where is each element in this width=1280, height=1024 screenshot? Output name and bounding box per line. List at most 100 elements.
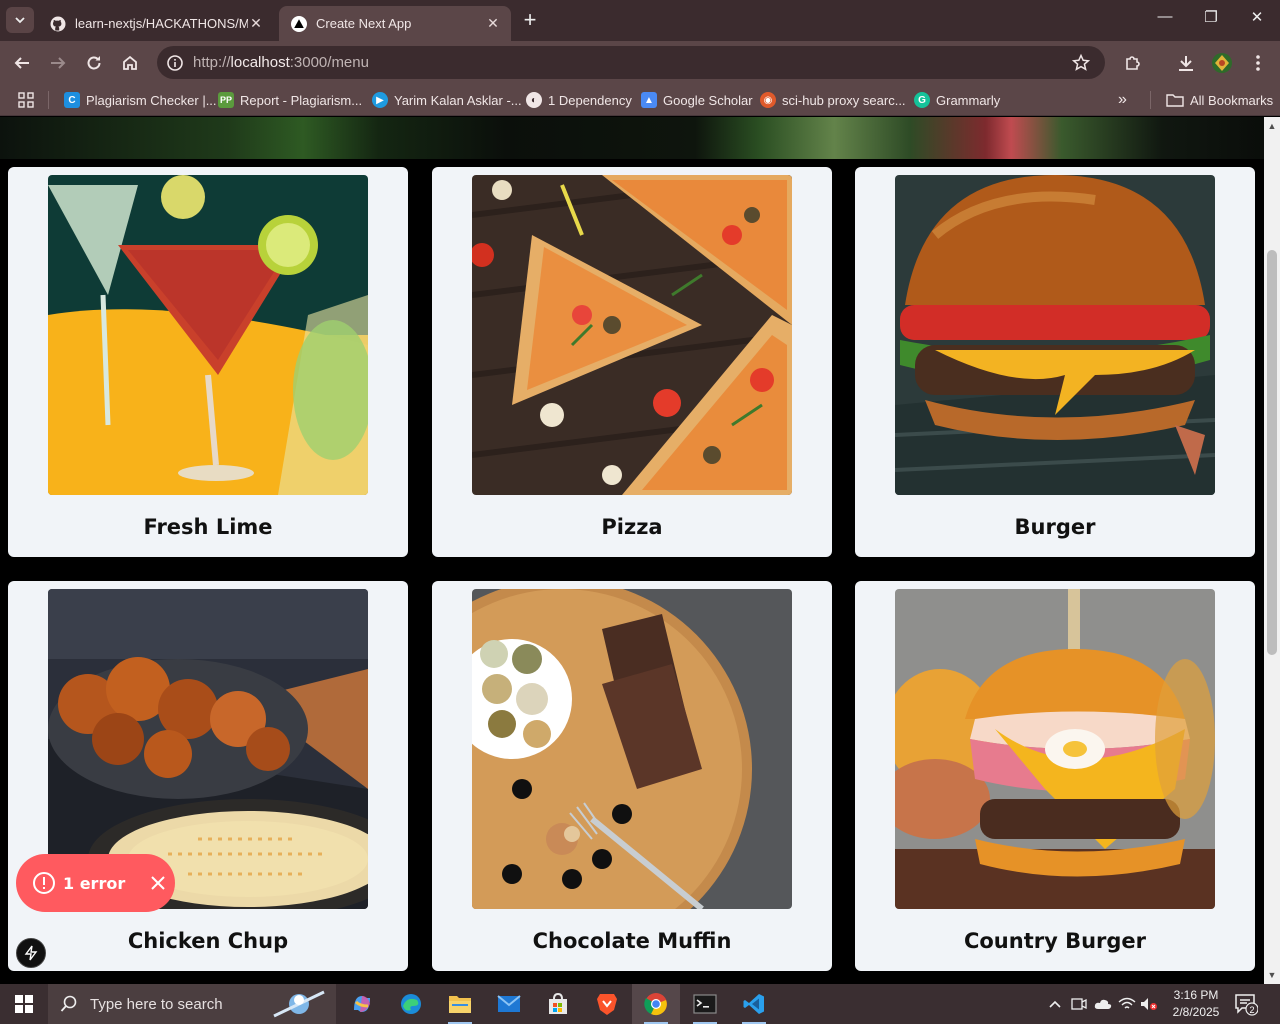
restore-button[interactable]: ❐	[1188, 8, 1234, 32]
show-hidden-icons[interactable]	[1046, 995, 1064, 1013]
taskbar-mail[interactable]	[485, 984, 533, 1024]
bookmark-label: Yarim Kalan Asklar -...	[394, 92, 522, 108]
scroll-thumb[interactable]	[1267, 250, 1277, 655]
fresh-lime-cocktails-image	[48, 175, 368, 495]
notification-center-button[interactable]: 2	[1234, 992, 1259, 1016]
folder-icon	[449, 996, 471, 1013]
bookmark-1-dependency[interactable]: ◐ 1 Dependency	[526, 90, 632, 110]
page-scrollbar[interactable]: ▲ ▼	[1264, 117, 1280, 984]
meet-now-icon[interactable]	[1070, 995, 1088, 1013]
menu-card[interactable]: Country Burger	[855, 581, 1255, 971]
menu-item-name: Fresh Lime	[143, 515, 273, 539]
burger-image	[895, 175, 1215, 495]
taskbar-clock[interactable]: 3:16 PM 2/8/2025	[1166, 987, 1226, 1021]
scroll-up-arrow[interactable]: ▲	[1267, 121, 1277, 131]
bookmark-plagiarism-checker[interactable]: C Plagiarism Checker |...	[64, 90, 217, 110]
tab-title: Create Next App	[316, 16, 412, 31]
vscode-icon	[743, 994, 764, 1014]
close-tab-icon[interactable]: ✕	[485, 15, 501, 32]
nextjs-dev-indicator[interactable]	[16, 938, 46, 968]
volume-icon[interactable]	[1140, 995, 1158, 1013]
menu-card[interactable]: Burger	[855, 167, 1255, 557]
pp-icon: PP	[218, 92, 234, 108]
more-bookmarks-button[interactable]: »	[1118, 90, 1127, 110]
site-info-icon[interactable]	[165, 53, 185, 73]
taskbar-vscode[interactable]	[730, 984, 778, 1024]
bookmark-star-icon[interactable]	[1071, 53, 1091, 73]
menu-item-name: Burger	[1014, 515, 1096, 539]
cloud-icon	[1094, 999, 1112, 1009]
bookmark-label: Report - Plagiarism...	[240, 92, 363, 108]
globe-icon: ◐	[526, 92, 542, 108]
error-count-label: 1 error	[63, 873, 126, 893]
clock-time: 3:16 PM	[1173, 988, 1219, 1002]
taskbar-copilot[interactable]	[338, 984, 386, 1024]
close-tab-icon[interactable]: ✕	[248, 15, 264, 32]
edge-icon	[401, 994, 421, 1014]
back-button[interactable]	[9, 50, 35, 76]
taskbar-edge[interactable]	[387, 984, 435, 1024]
tab-create-next-app[interactable]: Create Next App ✕	[279, 6, 511, 41]
tab-title: learn-nextjs/HACKATHONS/Ma	[75, 16, 248, 31]
url-prefix: http://	[193, 54, 231, 71]
browser-toolbar: http://localhost:3000/menu	[0, 41, 1280, 84]
bookmark-report-plagiarism[interactable]: PP Report - Plagiarism...	[218, 90, 362, 110]
alert-circle-icon	[33, 872, 55, 894]
network-icon[interactable]	[1118, 995, 1136, 1013]
taskbar-file-explorer[interactable]	[436, 984, 484, 1024]
all-bookmarks-label: All Bookmarks	[1190, 92, 1274, 108]
downloads-button[interactable]	[1174, 51, 1198, 75]
taskbar-brave[interactable]	[583, 984, 631, 1024]
scihub-icon: ◉	[760, 92, 776, 108]
scroll-down-arrow[interactable]: ▼	[1267, 970, 1277, 980]
taskbar-store[interactable]	[534, 984, 582, 1024]
bookmark-yarim-kalan[interactable]: ▶ Yarim Kalan Asklar -...	[372, 90, 522, 110]
all-bookmarks-button[interactable]: All Bookmarks	[1166, 90, 1273, 110]
menu-card[interactable]: Pizza	[432, 167, 832, 557]
search-placeholder: Type here to search	[90, 995, 223, 1013]
country-burger-image	[895, 589, 1215, 909]
taskbar-terminal[interactable]	[681, 984, 729, 1024]
brave-icon	[597, 994, 617, 1015]
taskbar-chrome[interactable]	[632, 984, 680, 1024]
minimize-button[interactable]: —	[1142, 8, 1188, 32]
extensions-button[interactable]	[1121, 51, 1145, 75]
menu-item-name: Country Burger	[963, 929, 1147, 953]
terminal-icon	[693, 994, 717, 1014]
tab-search-button[interactable]	[6, 7, 34, 33]
plagiarism-checker-icon: C	[64, 92, 80, 108]
search-highlight-icon	[273, 990, 325, 1018]
tab-github[interactable]: learn-nextjs/HACKATHONS/Ma ✕	[38, 6, 274, 41]
taskbar-search-box[interactable]: Type here to search	[48, 984, 336, 1024]
start-button[interactable]	[0, 984, 48, 1024]
reload-button[interactable]	[81, 50, 107, 76]
onedrive-icon[interactable]	[1094, 995, 1112, 1013]
chrome-icon	[644, 993, 667, 1016]
menu-item-name: Chocolate Muffin	[532, 929, 732, 953]
kebab-menu-icon	[1256, 55, 1260, 71]
menu-card[interactable]: Fresh Lime	[8, 167, 408, 557]
github-icon	[50, 16, 66, 31]
close-icon[interactable]	[149, 874, 167, 892]
profile-button[interactable]	[1210, 51, 1234, 75]
address-bar[interactable]: http://localhost:3000/menu	[157, 46, 1105, 79]
menu-card[interactable]: Chicken Chup	[8, 581, 408, 971]
store-icon	[549, 993, 567, 1014]
play-icon: ▶	[372, 92, 388, 108]
nextjs-error-badge[interactable]: 1 error	[16, 854, 175, 912]
forward-button[interactable]	[45, 50, 71, 76]
apps-button[interactable]	[18, 90, 34, 110]
home-button[interactable]	[117, 50, 143, 76]
back-arrow-icon	[14, 57, 29, 69]
download-icon	[1179, 56, 1193, 71]
bookmark-sci-hub[interactable]: ◉ sci-hub proxy searc...	[760, 90, 906, 110]
menu-card[interactable]: Chocolate Muffin	[432, 581, 832, 971]
notification-count: 2	[1249, 1005, 1254, 1015]
menu-button[interactable]	[1246, 51, 1270, 75]
bookmark-grammarly[interactable]: G Grammarly	[914, 90, 1000, 110]
reload-icon	[87, 56, 101, 70]
new-tab-button[interactable]: +	[518, 9, 542, 33]
camera-icon	[1071, 998, 1087, 1010]
bookmark-google-scholar[interactable]: ▲ Google Scholar	[641, 90, 753, 110]
close-window-button[interactable]: ✕	[1234, 8, 1280, 32]
